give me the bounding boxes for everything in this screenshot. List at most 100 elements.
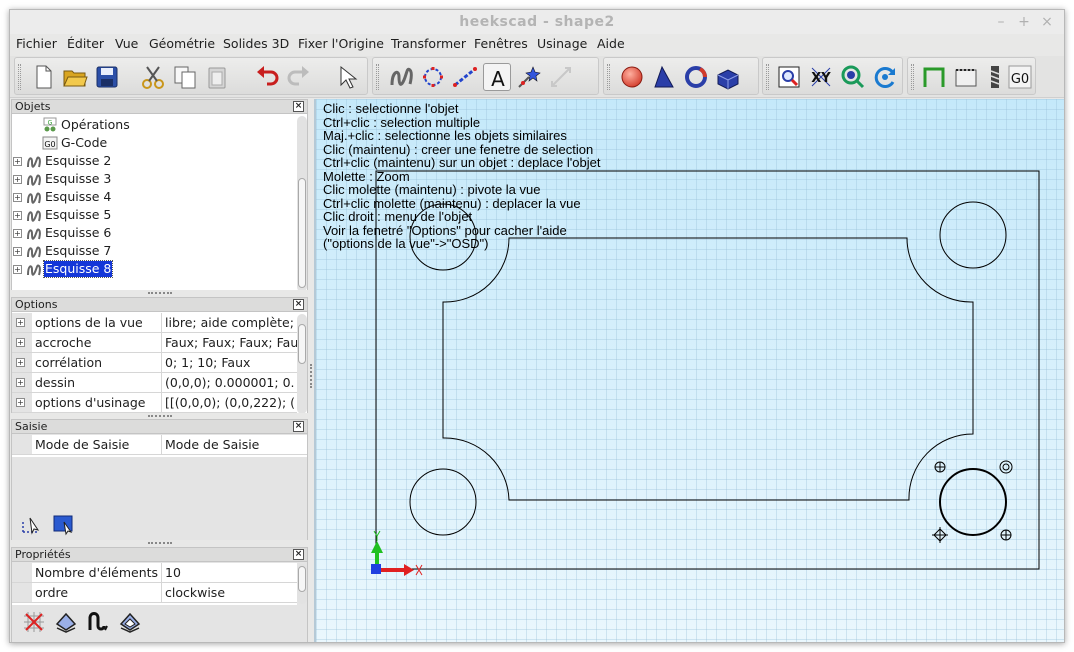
menu-aide[interactable]: Aide — [597, 36, 625, 51]
objects-scrollbar[interactable] — [297, 116, 307, 292]
paste-icon[interactable] — [203, 63, 231, 91]
property-value[interactable]: [[(0,0,0); (0,0,222); ( — [165, 393, 297, 412]
menu-vue[interactable]: Vue — [115, 36, 138, 51]
expand-icon[interactable]: + — [16, 358, 25, 367]
profile-op-icon[interactable] — [920, 63, 948, 91]
sphere-icon[interactable] — [618, 63, 646, 91]
menu-geometrie[interactable]: Géométrie — [149, 36, 215, 51]
tree-item[interactable]: G0 G-Code — [12, 134, 295, 152]
expand-icon[interactable]: + — [13, 229, 22, 238]
property-row[interactable]: + accroche Faux; Faux; Faux; Fau — [12, 333, 297, 353]
circle-points-icon[interactable] — [419, 63, 447, 91]
tree-item[interactable]: + Esquisse 6 — [12, 224, 295, 242]
property-value[interactable]: 10 — [165, 563, 297, 582]
property-row[interactable]: Nombre d'éléments 10 — [12, 563, 297, 583]
text-tool-button[interactable]: A — [483, 63, 511, 91]
expand-icon[interactable]: + — [13, 265, 22, 274]
gcode-icon[interactable]: G0 — [1006, 63, 1034, 91]
objects-scroll-thumb[interactable] — [298, 178, 306, 288]
tree-item[interactable]: + Esquisse 5 — [12, 206, 295, 224]
options-panel-close-icon[interactable]: × — [293, 299, 304, 310]
rotate-view-icon[interactable] — [871, 63, 899, 91]
window-select-icon[interactable] — [52, 512, 76, 536]
property-value[interactable]: clockwise — [165, 583, 297, 602]
tree-item[interactable]: G Opérations — [12, 116, 295, 134]
menu-solides-3d[interactable]: Solides 3D — [223, 36, 289, 51]
expand-icon[interactable]: + — [13, 211, 22, 220]
properties-scrollbar[interactable] — [297, 564, 307, 604]
copy-icon[interactable] — [171, 63, 199, 91]
objects-tree[interactable]: G Opérations G0 G-Code + Esquisse 2 + Esquisse … — [12, 115, 295, 293]
menu-editer[interactable]: Éditer — [67, 36, 104, 51]
toolbar-grip[interactable] — [911, 64, 914, 90]
tree-item[interactable]: + Esquisse 2 — [12, 152, 295, 170]
redo-icon[interactable] — [285, 63, 313, 91]
menu-fixer-origine[interactable]: Fixer l'Origine — [298, 36, 384, 51]
select-arrow-icon[interactable] — [333, 63, 361, 91]
expand-icon[interactable]: + — [13, 193, 22, 202]
tree-item[interactable]: + Esquisse 4 — [12, 188, 295, 206]
profile-tool-icon[interactable] — [54, 610, 78, 634]
menu-fenetres[interactable]: Fenêtres — [474, 36, 528, 51]
tree-item[interactable]: + Esquisse 7 — [12, 242, 295, 260]
drill-op-icon[interactable] — [981, 63, 1009, 91]
expand-icon[interactable]: + — [16, 318, 25, 327]
options-scroll-thumb[interactable] — [298, 324, 306, 364]
properties-panel-close-icon[interactable]: × — [293, 549, 304, 560]
expand-icon[interactable]: + — [16, 338, 25, 347]
property-value[interactable]: 0; 1; 10; Faux — [165, 353, 297, 372]
property-value[interactable]: Faux; Faux; Faux; Fau — [165, 333, 297, 352]
sketch-curve-icon[interactable] — [387, 63, 415, 91]
torus-icon[interactable] — [682, 63, 710, 91]
select-mode-icon[interactable] — [20, 512, 44, 536]
box-icon[interactable] — [714, 63, 742, 91]
property-row[interactable]: + corrélation 0; 1; 10; Faux — [12, 353, 297, 373]
zoom-window-icon[interactable] — [775, 63, 803, 91]
expand-icon[interactable]: + — [13, 157, 22, 166]
panel-splitter[interactable] — [11, 540, 308, 546]
toolbar-grip[interactable] — [607, 64, 610, 90]
property-row[interactable]: + dessin (0,0,0); 0.000001; 0. — [12, 373, 297, 393]
expand-icon[interactable]: + — [16, 398, 25, 407]
menu-transformer[interactable]: Transformer — [391, 36, 466, 51]
property-value[interactable]: libre; aide complète; — [165, 313, 297, 332]
save-icon[interactable] — [93, 63, 121, 91]
pocket-op-icon[interactable] — [952, 63, 980, 91]
expand-icon[interactable]: + — [13, 175, 22, 184]
expand-icon[interactable]: + — [13, 247, 22, 256]
grid-pattern-icon[interactable] — [22, 610, 46, 634]
zoom-fit-icon[interactable] — [839, 63, 867, 91]
property-row[interactable]: + options d'usinage [[(0,0,0); (0,0,222); … — [12, 393, 297, 413]
menu-fichier[interactable]: Fichier — [16, 36, 57, 51]
input-panel-close-icon[interactable]: × — [293, 421, 304, 432]
dimension-icon[interactable] — [547, 63, 575, 91]
cut-icon[interactable] — [139, 63, 167, 91]
tree-item[interactable]: + Esquisse 3 — [12, 170, 295, 188]
pocket-tool-icon[interactable] — [118, 610, 142, 634]
options-scrollbar[interactable] — [297, 314, 307, 414]
view-xy-icon[interactable]: XY — [807, 63, 835, 91]
property-value[interactable]: (0,0,0); 0.000001; 0. — [165, 373, 297, 392]
line-points-icon[interactable] — [451, 63, 479, 91]
toolbar-grip[interactable] — [766, 64, 769, 90]
property-row[interactable]: + options de la vue libre; aide complète; — [12, 313, 297, 333]
input-row[interactable]: Mode de Saisie Mode de Saisie — [12, 435, 307, 455]
expand-icon[interactable]: + — [16, 378, 25, 387]
new-file-icon[interactable] — [29, 63, 57, 91]
cone-icon[interactable] — [650, 63, 678, 91]
open-folder-icon[interactable] — [61, 63, 89, 91]
close-window-button[interactable]: × — [1038, 13, 1056, 31]
minimize-button[interactable]: – — [992, 13, 1010, 31]
graphics-viewport[interactable]: Clic : selectionne l'objet Ctrl+clic : se… — [314, 99, 1064, 642]
objects-panel-close-icon[interactable]: × — [293, 101, 304, 112]
panel-splitter[interactable] — [11, 290, 308, 296]
undo-icon[interactable] — [253, 63, 281, 91]
properties-scroll-thumb[interactable] — [298, 566, 306, 592]
toolbar-grip[interactable] — [376, 64, 379, 90]
maximize-button[interactable]: + — [1015, 13, 1033, 31]
input-row-value[interactable]: Mode de Saisie — [165, 435, 299, 454]
spline-tool-icon[interactable] — [86, 610, 110, 634]
star-point-icon[interactable] — [515, 63, 543, 91]
tree-item[interactable]: + Esquisse 8 — [12, 260, 295, 278]
menu-usinage[interactable]: Usinage — [537, 36, 587, 51]
